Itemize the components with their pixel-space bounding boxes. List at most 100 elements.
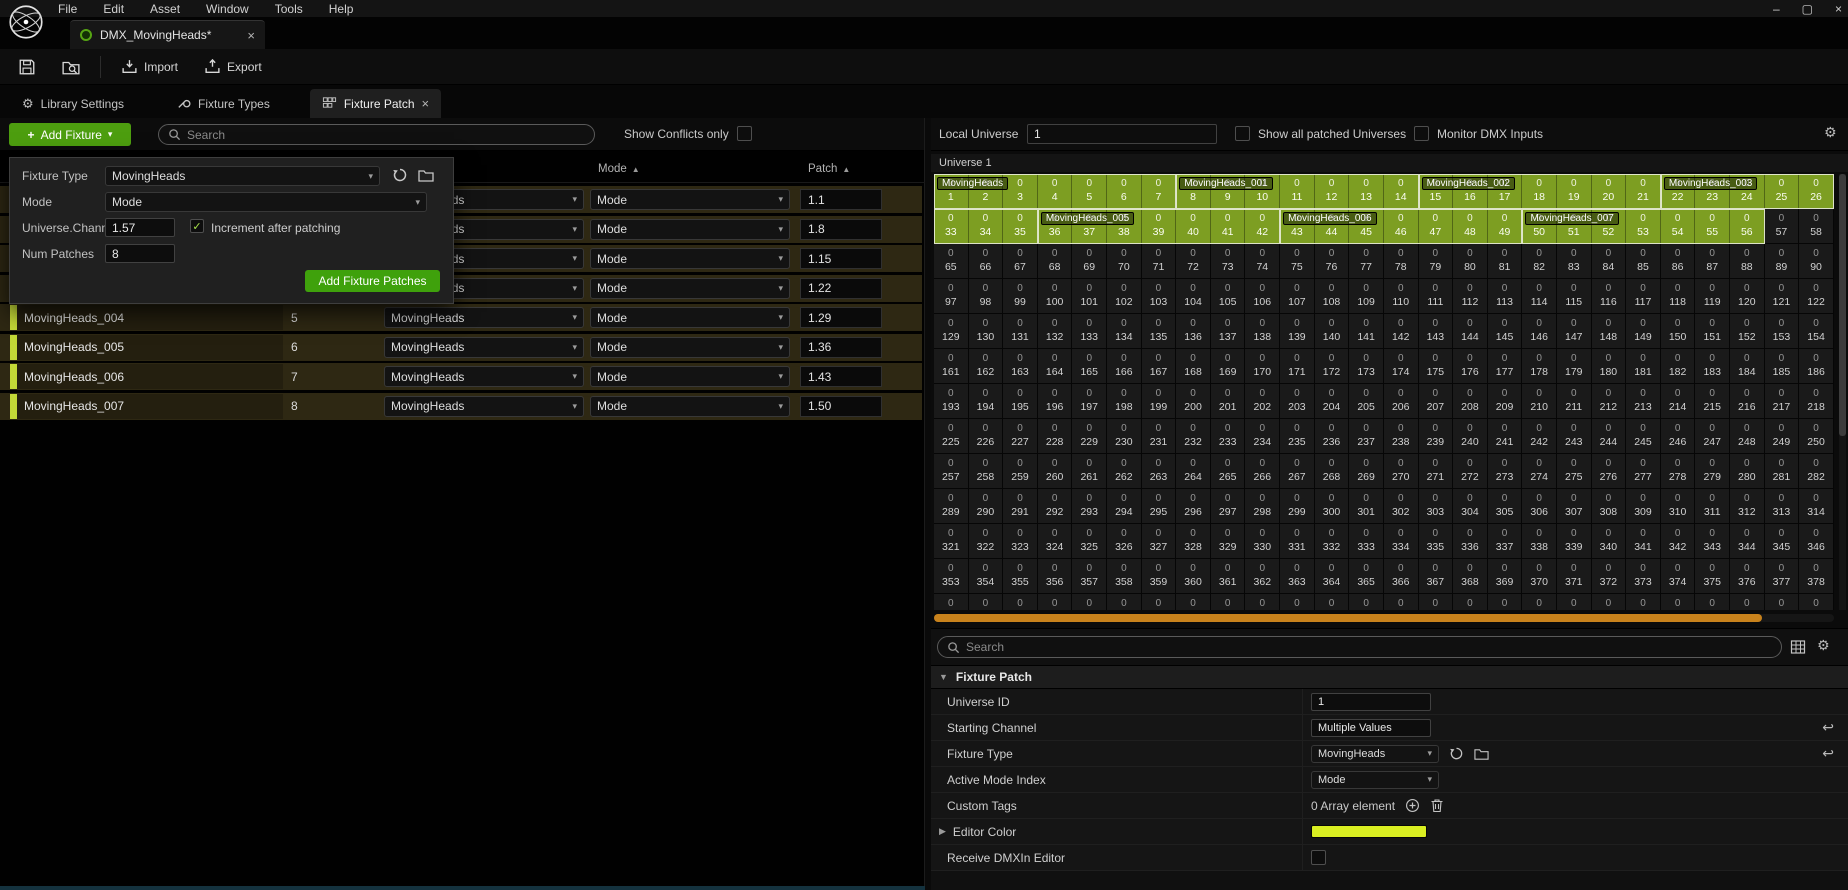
- channel-cell[interactable]: 0140: [1315, 314, 1350, 349]
- channel-cell[interactable]: 0225: [934, 419, 969, 454]
- channel-cell[interactable]: 084: [1592, 244, 1627, 279]
- channel-cell[interactable]: 0275: [1557, 454, 1592, 489]
- fixture-search-input[interactable]: Search: [158, 124, 595, 145]
- channel-cell[interactable]: 0289: [934, 489, 969, 524]
- mode-dropdown[interactable]: Mode▾: [590, 278, 790, 299]
- revert-to-default-icon[interactable]: ↩: [1822, 745, 1834, 762]
- channel-cell[interactable]: 0263: [1142, 454, 1177, 489]
- channel-cell[interactable]: 0321: [934, 524, 969, 559]
- channel-cell[interactable]: 0332: [1315, 524, 1350, 559]
- channel-cell[interactable]: 0396: [1315, 594, 1350, 610]
- channel-cell[interactable]: 0376: [1730, 559, 1765, 594]
- channel-cell[interactable]: 043: [1280, 209, 1315, 244]
- fixture-type-dropdown[interactable]: MovingHeads▾: [384, 396, 584, 417]
- channel-cell[interactable]: 0243: [1557, 419, 1592, 454]
- channel-cell[interactable]: 0265: [1211, 454, 1246, 489]
- channel-cell[interactable]: 0235: [1280, 419, 1315, 454]
- scrollbar-thumb[interactable]: [934, 614, 1762, 622]
- channel-cell[interactable]: 0181: [1626, 349, 1661, 384]
- use-selected-asset-icon[interactable]: [1449, 746, 1464, 761]
- channel-cell[interactable]: 044: [1315, 209, 1350, 244]
- channel-cell[interactable]: 023: [1695, 174, 1730, 209]
- channel-cell[interactable]: 090: [1799, 244, 1834, 279]
- save-button[interactable]: [12, 54, 42, 80]
- channel-cell[interactable]: 09: [1211, 174, 1246, 209]
- channel-cell[interactable]: 0214: [1661, 384, 1696, 419]
- channel-cell[interactable]: 0137: [1211, 314, 1246, 349]
- channel-cell[interactable]: 0377: [1765, 559, 1800, 594]
- channel-cell[interactable]: 069: [1072, 244, 1107, 279]
- channel-cell[interactable]: 0342: [1661, 524, 1696, 559]
- channel-cell[interactable]: 0164: [1038, 349, 1073, 384]
- menu-item-window[interactable]: Window: [206, 2, 249, 16]
- channel-cell[interactable]: 0185: [1765, 349, 1800, 384]
- channel-cell[interactable]: 0241: [1488, 419, 1523, 454]
- channel-cell[interactable]: 0308: [1592, 489, 1627, 524]
- channel-cell[interactable]: 0215: [1695, 384, 1730, 419]
- channel-cell[interactable]: 0290: [969, 489, 1004, 524]
- channel-cell[interactable]: 083: [1557, 244, 1592, 279]
- channel-cell[interactable]: 0116: [1592, 279, 1627, 314]
- channel-cell[interactable]: 0122: [1799, 279, 1834, 314]
- channel-cell[interactable]: 045: [1349, 209, 1384, 244]
- channel-cell[interactable]: 0121: [1765, 279, 1800, 314]
- channel-cell[interactable]: 0179: [1557, 349, 1592, 384]
- channel-cell[interactable]: 013: [1349, 174, 1384, 209]
- channel-cell[interactable]: 0151: [1695, 314, 1730, 349]
- channel-cell[interactable]: 0234: [1245, 419, 1280, 454]
- channel-cell[interactable]: 0232: [1176, 419, 1211, 454]
- channel-cell[interactable]: 0194: [969, 384, 1004, 419]
- channel-cell[interactable]: 0353: [934, 559, 969, 594]
- gear-icon[interactable]: ⚙: [1817, 637, 1830, 654]
- channel-cell[interactable]: 081: [1488, 244, 1523, 279]
- table-row[interactable]: MovingHeads_0056MovingHeads▾Mode▾1.36: [0, 334, 922, 361]
- channel-cell[interactable]: 042: [1245, 209, 1280, 244]
- channel-cell[interactable]: 0196: [1038, 384, 1073, 419]
- menu-item-edit[interactable]: Edit: [103, 2, 124, 16]
- channel-cell[interactable]: 0249: [1765, 419, 1800, 454]
- channel-cell[interactable]: 0205: [1349, 384, 1384, 419]
- channel-cell[interactable]: 0168: [1176, 349, 1211, 384]
- channel-cell[interactable]: 0153: [1765, 314, 1800, 349]
- channel-cell[interactable]: 024: [1730, 174, 1765, 209]
- channel-cell[interactable]: 0281: [1765, 454, 1800, 489]
- channel-cell[interactable]: 0326: [1107, 524, 1142, 559]
- channel-cell[interactable]: 0330: [1245, 524, 1280, 559]
- mode-dropdown[interactable]: Mode▾: [590, 396, 790, 417]
- channel-cell[interactable]: 0186: [1799, 349, 1834, 384]
- channel-cell[interactable]: 0167: [1142, 349, 1177, 384]
- channel-cell[interactable]: 099: [1003, 279, 1038, 314]
- channel-cell[interactable]: 06: [1107, 174, 1142, 209]
- channel-cell[interactable]: 0166: [1107, 349, 1142, 384]
- channel-cell[interactable]: 0200: [1176, 384, 1211, 419]
- channel-cell[interactable]: 0304: [1453, 489, 1488, 524]
- mode-dropdown[interactable]: Mode▾: [590, 248, 790, 269]
- channel-cell[interactable]: 0324: [1038, 524, 1073, 559]
- channel-cell[interactable]: 0405: [1626, 594, 1661, 610]
- menu-item-asset[interactable]: Asset: [150, 2, 180, 16]
- fixture-type-dropdown[interactable]: MovingHeads▾: [105, 166, 380, 186]
- channel-cell[interactable]: 0178: [1522, 349, 1557, 384]
- fixture-type-dropdown[interactable]: MovingHeads▾: [1311, 745, 1439, 763]
- channel-cell[interactable]: 051: [1557, 209, 1592, 244]
- channel-cell[interactable]: 0306: [1522, 489, 1557, 524]
- details-search-input[interactable]: Search: [937, 636, 1782, 658]
- channel-cell[interactable]: 071: [1142, 244, 1177, 279]
- channel-cell[interactable]: 0385: [934, 594, 969, 610]
- channel-cell[interactable]: 0107: [1280, 279, 1315, 314]
- active-mode-index-dropdown[interactable]: Mode▾: [1311, 771, 1439, 789]
- channel-cell[interactable]: 0276: [1592, 454, 1627, 489]
- channel-cell[interactable]: 0368: [1453, 559, 1488, 594]
- channel-cell[interactable]: 088: [1730, 244, 1765, 279]
- channel-cell[interactable]: 065: [934, 244, 969, 279]
- channel-cell[interactable]: 0120: [1730, 279, 1765, 314]
- channel-cell[interactable]: 01: [934, 174, 969, 209]
- channel-cell[interactable]: 052: [1592, 209, 1627, 244]
- channel-cell[interactable]: 0339: [1557, 524, 1592, 559]
- channel-cell[interactable]: 0364: [1315, 559, 1350, 594]
- starting-channel-input[interactable]: Multiple Values: [1311, 719, 1431, 737]
- channel-cell[interactable]: 0271: [1419, 454, 1454, 489]
- channel-cell[interactable]: 0139: [1280, 314, 1315, 349]
- channel-cell[interactable]: 0163: [1003, 349, 1038, 384]
- details-section-header[interactable]: ▼ Fixture Patch: [931, 665, 1848, 689]
